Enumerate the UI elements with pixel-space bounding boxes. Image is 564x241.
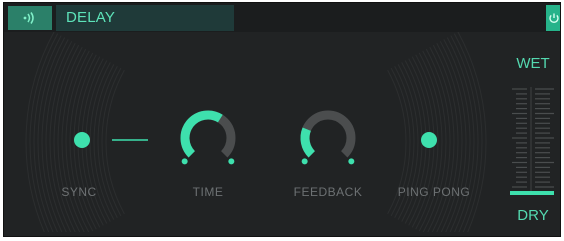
waves-icon	[23, 12, 34, 24]
time-knob[interactable]	[169, 99, 247, 177]
ping-pong-toggle[interactable]	[421, 132, 437, 148]
knob-min-dot	[181, 158, 188, 165]
knob-pointer	[208, 122, 218, 138]
knob-max-dot	[228, 158, 235, 165]
sync-label: SYNC	[61, 185, 97, 199]
knob-pointer	[310, 131, 328, 138]
knob-value-arc	[300, 127, 316, 158]
delay-module: DELAY SYNC TIME FEEDBACK PING PONG WET D…	[3, 2, 561, 237]
knob-max-dot	[348, 158, 355, 165]
module-header: DELAY	[4, 3, 560, 32]
feedback-knob[interactable]	[289, 99, 367, 177]
power-icon	[549, 13, 559, 23]
wet-label: WET	[516, 55, 550, 72]
ping-pong-label: PING PONG	[397, 185, 471, 199]
module-title: DELAY	[66, 9, 116, 26]
mix-slider[interactable]	[508, 83, 558, 201]
module-title-field[interactable]: DELAY	[56, 5, 234, 31]
dry-label: DRY	[517, 207, 549, 224]
slider-handle	[510, 191, 554, 195]
power-button[interactable]	[546, 5, 560, 31]
sync-toggle[interactable]	[74, 132, 90, 148]
sync-toggle-group	[74, 132, 148, 148]
module-type-button[interactable]	[8, 6, 52, 30]
ping-pong-toggle-group	[421, 132, 437, 148]
knob-min-dot	[301, 158, 308, 165]
feedback-label: FEEDBACK	[293, 185, 363, 199]
time-label: TIME	[192, 185, 224, 199]
knob-value-arc	[180, 110, 223, 158]
